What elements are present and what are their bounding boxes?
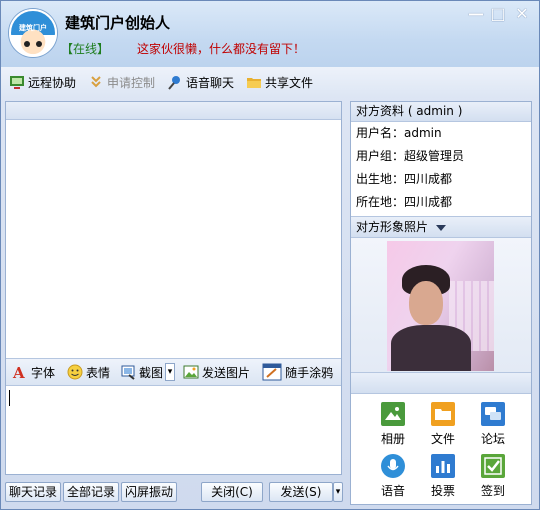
app-check-in-label: 签到 [480, 484, 505, 498]
message-input[interactable] [6, 386, 341, 474]
request-control-icon [88, 74, 104, 90]
contact-signature: 这家伙很懒，什么都没有留下！ [137, 42, 306, 56]
screenshot-button[interactable]: 截图 ▾ [120, 363, 176, 381]
voice-chat-label: 语音聊天 [186, 75, 235, 90]
doodle-icon [262, 363, 282, 381]
image-icon [183, 364, 199, 380]
doodle-label: 随手涂鸦 [285, 365, 334, 380]
remote-assist-icon [9, 74, 25, 90]
app-forum-label: 论坛 [480, 432, 505, 446]
photo-area [351, 238, 531, 372]
photo-section-toggle[interactable]: 对方形象照片 [351, 216, 531, 238]
remote-assist-button[interactable]: 远程协助 [9, 71, 76, 93]
screenshot-dropdown-arrow-icon[interactable]: ▾ [165, 363, 176, 381]
request-control-button[interactable]: 申请控制 [88, 71, 155, 93]
close-button[interactable]: 关闭(C) [201, 482, 263, 502]
app-voice-label: 语音 [380, 484, 405, 498]
font-label: 字体 [31, 365, 56, 380]
forum-icon [481, 402, 505, 426]
profile-username: 用户名：admin [356, 126, 442, 140]
profile-panel: 对方资料 ( admin ) 用户名：admin 用户组：超级管理员 出生地：四… [350, 101, 532, 505]
app-grid: 相册 文件 论坛 语音 投票 签到 [351, 394, 531, 504]
close-window-button[interactable]: ✕ [511, 5, 533, 23]
window-header: 建筑门户 建筑门户创始人 【在线】 这家伙很懒，什么都没有留下！ — □ ✕ [1, 1, 539, 67]
maximize-button[interactable]: □ [487, 5, 509, 23]
bottom-bar: 聊天记录 全部记录 闪屏振动 关闭(C) 发送(S) ▾ [5, 482, 343, 504]
app-files[interactable]: 文件 [418, 402, 468, 448]
request-control-label: 申请控制 [107, 75, 156, 90]
send-button[interactable]: 发送(S) [269, 482, 333, 502]
app-vote-label: 投票 [430, 484, 455, 498]
text-caret [9, 390, 10, 406]
emoji-label: 表情 [86, 365, 111, 380]
app-album[interactable]: 相册 [368, 402, 418, 448]
remote-assist-label: 远程协助 [28, 75, 77, 90]
doodle-button[interactable]: 随手涂鸦 [262, 363, 333, 381]
avatar-eye-right [36, 41, 42, 47]
chat-window: 建筑门户 建筑门户创始人 【在线】 这家伙很懒，什么都没有留下！ — □ ✕ 远… [0, 0, 540, 510]
smiley-icon [67, 364, 83, 380]
avatar-logo-text: 建筑门户 [19, 24, 47, 32]
send-image-button[interactable]: 发送图片 [183, 364, 250, 381]
send-options-arrow-icon[interactable]: ▾ [333, 482, 343, 502]
message-history[interactable] [6, 120, 341, 358]
avatar[interactable]: 建筑门户 [9, 9, 57, 57]
chevron-down-icon [435, 224, 446, 231]
send-image-label: 发送图片 [202, 365, 251, 380]
photo-heading: 对方形象照片 [356, 220, 429, 234]
photo-face [409, 281, 443, 325]
photo-shirt [391, 325, 471, 371]
profile-birthplace: 出生地：四川成都 [356, 172, 453, 186]
minimize-button[interactable]: — [465, 5, 487, 23]
profile-group: 用户组：超级管理员 [356, 149, 465, 163]
contact-name: 建筑门户创始人 [65, 14, 171, 32]
screenshot-icon [120, 364, 136, 380]
chat-history-button[interactable]: 聊天记录 [5, 482, 61, 502]
app-vote[interactable]: 投票 [418, 454, 468, 500]
profile-photo[interactable] [387, 241, 494, 371]
app-voice[interactable]: 语音 [368, 454, 418, 500]
share-files-button[interactable]: 共享文件 [246, 71, 313, 93]
app-forum[interactable]: 论坛 [468, 402, 518, 448]
emoji-button[interactable]: 表情 [67, 364, 110, 381]
panel-divider [351, 372, 531, 394]
online-status: 【在线】 [61, 42, 110, 56]
all-history-button[interactable]: 全部记录 [63, 482, 119, 502]
voice-chat-icon [167, 74, 183, 90]
chat-toolbar: A 字体 表情 截图 ▾ 发送图片 随手涂鸦 [6, 358, 341, 386]
share-files-label: 共享文件 [265, 75, 314, 90]
font-button[interactable]: A 字体 [12, 364, 56, 382]
voice-icon [381, 454, 405, 478]
avatar-eye-left [24, 41, 30, 47]
chat-header-strip [6, 102, 341, 120]
screenshot-label: 截图 [139, 365, 164, 380]
profile-heading: 对方资料 ( admin ) [351, 102, 531, 122]
app-album-label: 相册 [380, 432, 405, 446]
top-toolbar: 远程协助 申请控制 语音聊天 共享文件 [1, 67, 539, 97]
folder-icon [246, 74, 262, 90]
shake-button[interactable]: 闪屏振动 [121, 482, 177, 502]
app-check-in[interactable]: 签到 [468, 454, 518, 500]
app-files-label: 文件 [430, 432, 455, 446]
folder-icon [431, 402, 455, 426]
check-in-icon [481, 454, 505, 478]
photo-album-icon [381, 402, 405, 426]
vote-icon [431, 454, 455, 478]
font-icon: A [12, 364, 28, 382]
svg-text:A: A [12, 364, 25, 380]
chat-panel: A 字体 表情 截图 ▾ 发送图片 随手涂鸦 [5, 101, 342, 475]
voice-chat-button[interactable]: 语音聊天 [167, 71, 234, 93]
profile-location: 所在地：四川成都 [356, 195, 453, 209]
